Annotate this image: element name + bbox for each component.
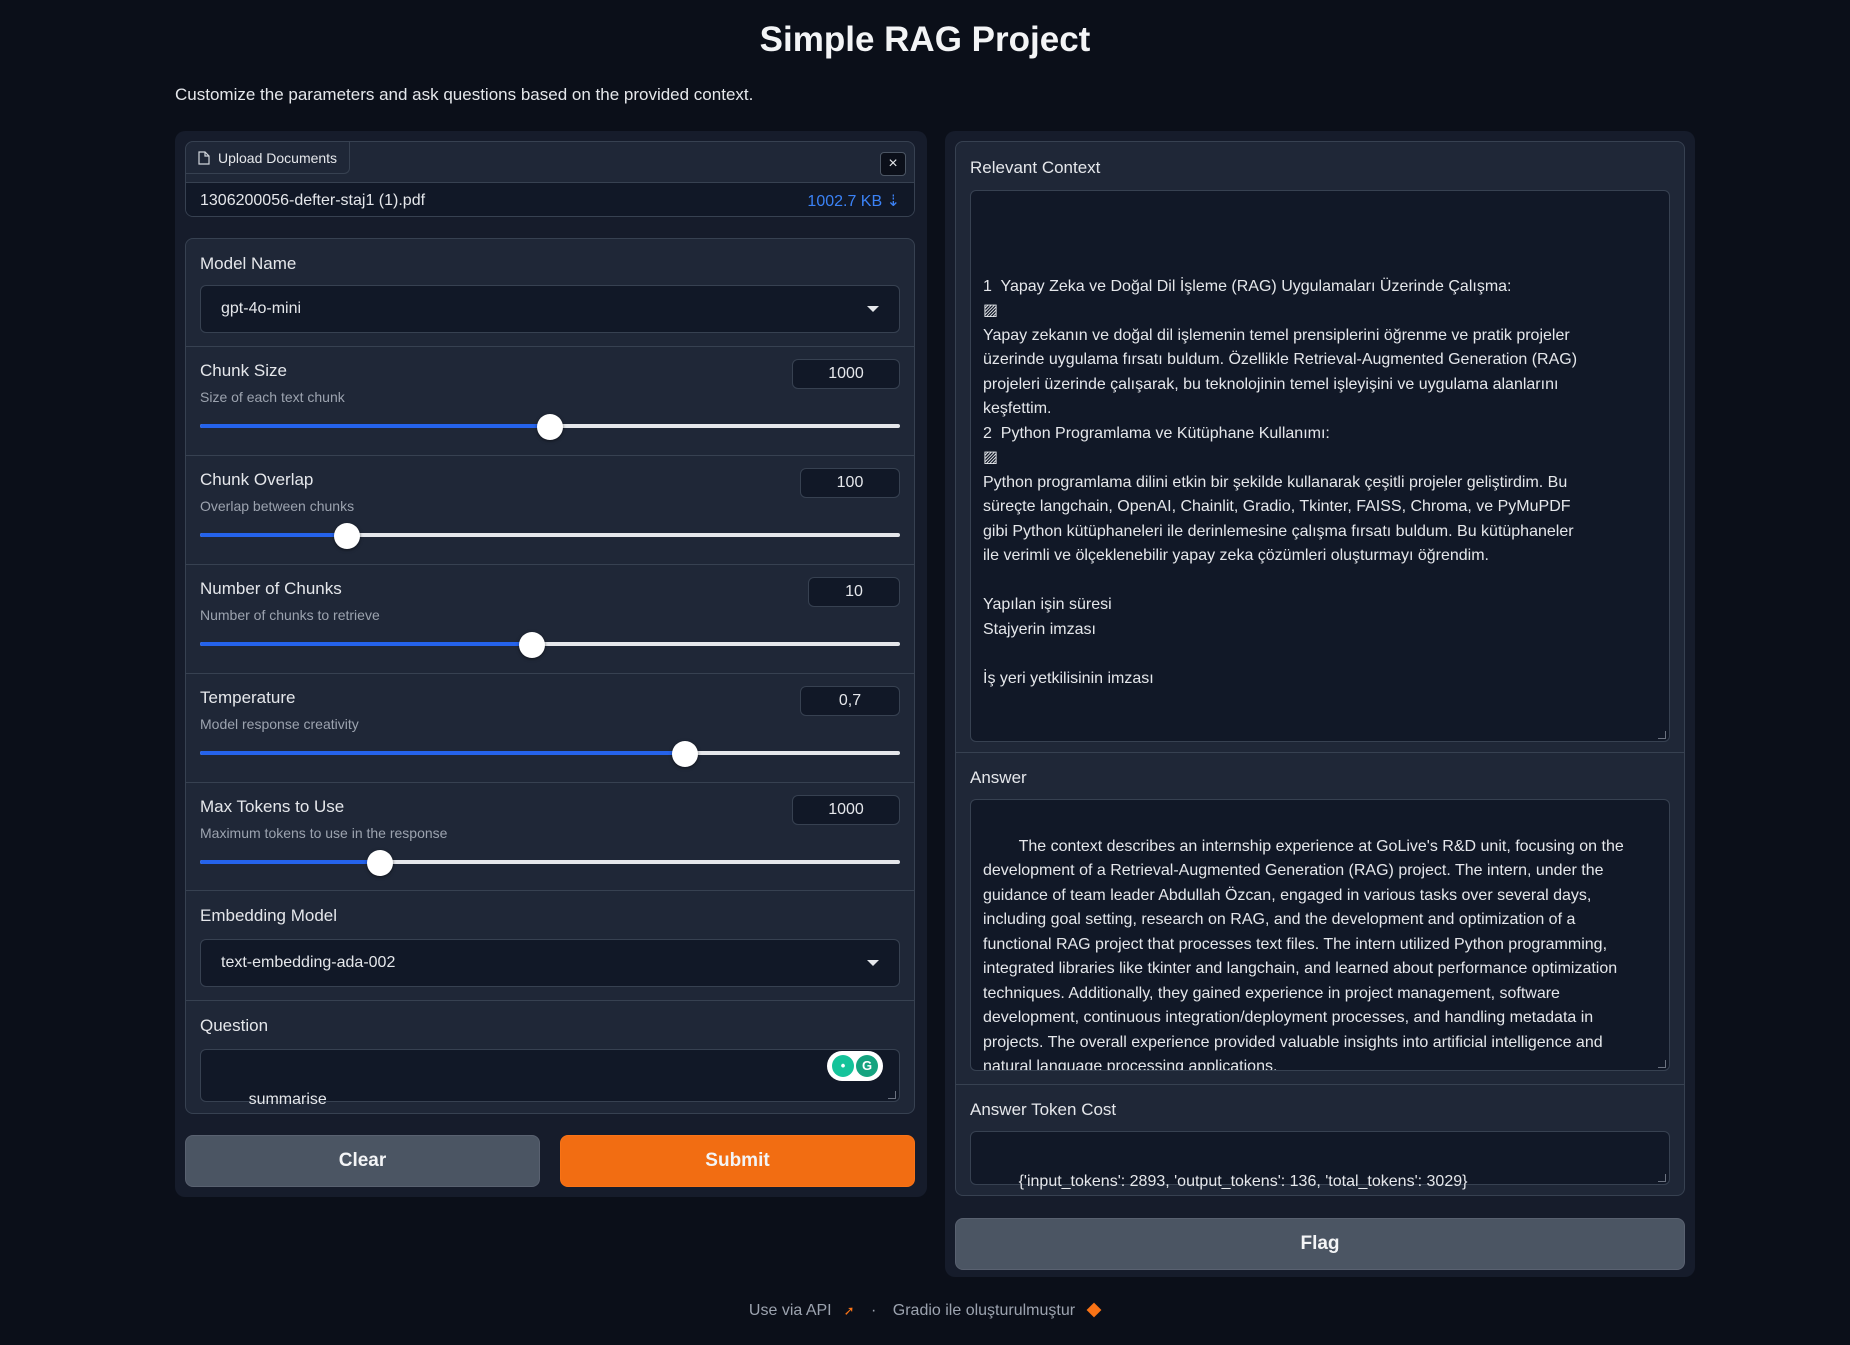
embedding-model-label: Embedding Model [200, 906, 338, 925]
gradio-logo-icon [1086, 1302, 1102, 1318]
use-via-api-link[interactable]: Use via API [749, 1302, 832, 1319]
embedding-model-value: text-embedding-ada-002 [221, 954, 396, 971]
slider-thumb[interactable] [518, 632, 545, 658]
slider-info: Overlap between chunks [200, 498, 355, 514]
temperature-section: Temperature Model response creativity 0,… [186, 674, 914, 783]
page-title: Simple RAG Project [759, 20, 1091, 59]
slider-info: Maximum tokens to use in the response [200, 825, 448, 841]
token-cost-textbox[interactable]: {'input_tokens': 2893, 'output_tokens': … [970, 1131, 1670, 1190]
resize-handle[interactable] [1658, 731, 1666, 739]
token-cost-value: {'input_tokens': 2893, 'output_tokens': … [1018, 1172, 1468, 1190]
number-of-chunks-input[interactable]: 10 [808, 577, 900, 607]
slider-label: Temperature [200, 688, 296, 707]
model-name-dropdown[interactable]: gpt-4o-mini [200, 285, 900, 333]
answer-label: Answer [970, 768, 1027, 787]
input-panel: Upload Documents × 1306200056-defter-sta… [175, 131, 927, 1197]
uploaded-file-row: 1306200056-defter-staj1 (1).pdf 1002.7 K… [186, 182, 914, 216]
file-icon [198, 150, 210, 165]
slider-label: Chunk Size [200, 361, 287, 380]
file-name: 1306200056-defter-staj1 (1).pdf [200, 191, 426, 209]
page-subtitle: Customize the parameters and ask questio… [175, 85, 754, 104]
slider-label: Chunk Overlap [200, 470, 314, 489]
model-name-value: gpt-4o-mini [221, 300, 302, 317]
flag-button[interactable]: Flag [955, 1218, 1685, 1270]
question-value: summarise [248, 1090, 327, 1108]
chunk-overlap-section: Chunk Overlap Overlap between chunks 100 [186, 456, 914, 565]
slider-thumb[interactable] [537, 414, 563, 440]
embedding-model-section: Embedding Model text-embedding-ada-002 [186, 891, 914, 1001]
temperature-input[interactable]: 0,7 [800, 686, 900, 716]
chunk-overlap-slider[interactable] [200, 523, 900, 549]
max-tokens-section: Max Tokens to Use Maximum tokens to use … [186, 783, 914, 891]
slider-info: Size of each text chunk [200, 389, 345, 405]
model-name-section: Model Name gpt-4o-mini [186, 239, 914, 347]
chevron-down-icon [867, 960, 879, 966]
output-panel: Relevant Context 1 Yapay Zeka ve Doğal D… [945, 131, 1695, 1277]
relevant-context-textbox[interactable]: 1 Yapay Zeka ve Doğal Dil İşleme (RAG) U… [970, 190, 1670, 742]
grammarly-widget[interactable]: • G [827, 1051, 883, 1081]
slider-label: Number of Chunks [200, 579, 342, 598]
answer-value: The context describes an internship expe… [983, 837, 1624, 1071]
footer: Use via API ➚ · Gradio ile oluşturulmuştu… [0, 1302, 1850, 1320]
answer-section: Answer The context describes an internsh… [956, 753, 1684, 1085]
clear-button[interactable]: Clear [185, 1135, 540, 1187]
temperature-slider[interactable] [200, 741, 900, 767]
slider-thumb[interactable] [334, 523, 360, 549]
question-input[interactable]: summarise • G [200, 1049, 900, 1108]
relevant-context-value: 1 Yapay Zeka ve Doğal Dil İşleme (RAG) U… [983, 277, 1578, 687]
chevron-down-icon [867, 306, 879, 312]
slider-thumb[interactable] [672, 741, 699, 767]
built-with-gradio-link[interactable]: Gradio ile oluşturulmuştur [893, 1302, 1075, 1319]
number-of-chunks-section: Number of Chunks Number of chunks to ret… [186, 565, 914, 674]
token-cost-label: Answer Token Cost [970, 1100, 1117, 1119]
slider-info: Number of chunks to retrieve [200, 607, 380, 623]
output-fields: Relevant Context 1 Yapay Zeka ve Doğal D… [955, 141, 1685, 1196]
max-tokens-slider[interactable] [200, 850, 900, 876]
clear-upload-button[interactable]: × [880, 152, 906, 176]
submit-button[interactable]: Submit [560, 1135, 915, 1187]
grammarly-icon: G [856, 1055, 878, 1077]
resize-handle[interactable] [1658, 1174, 1666, 1182]
file-upload[interactable]: Upload Documents × 1306200056-defter-sta… [185, 141, 915, 217]
resize-handle[interactable] [1658, 1060, 1666, 1068]
answer-textbox[interactable]: The context describes an internship expe… [970, 799, 1670, 1071]
rocket-icon: ➚ [843, 1303, 855, 1318]
slider-label: Max Tokens to Use [200, 797, 345, 816]
upload-documents-tab: Upload Documents [186, 142, 351, 174]
model-name-label: Model Name [200, 254, 297, 273]
upload-label: Upload Documents [218, 149, 338, 166]
chunk-size-slider[interactable] [200, 414, 900, 440]
footer-separator: · [870, 1302, 877, 1319]
embedding-model-dropdown[interactable]: text-embedding-ada-002 [200, 939, 900, 987]
number-of-chunks-slider[interactable] [200, 632, 900, 658]
chunk-size-section: Chunk Size Size of each text chunk 1000 [186, 347, 914, 456]
token-cost-section: Answer Token Cost {'input_tokens': 2893,… [956, 1085, 1684, 1195]
parameters-form: Model Name gpt-4o-mini Chunk Size Size o… [185, 238, 915, 1114]
file-download-link[interactable]: 1002.7 KB ⇣ [807, 191, 900, 211]
question-section: Question summarise • G [186, 1001, 914, 1113]
resize-handle[interactable] [888, 1091, 896, 1099]
relevant-context-label: Relevant Context [970, 158, 1101, 177]
lightbulb-icon: • [832, 1055, 854, 1077]
chunk-size-input[interactable]: 1000 [792, 359, 900, 389]
slider-thumb[interactable] [366, 850, 393, 876]
question-label: Question [200, 1016, 269, 1035]
max-tokens-input[interactable]: 1000 [792, 795, 900, 825]
slider-info: Model response creativity [200, 716, 359, 732]
chunk-overlap-input[interactable]: 100 [800, 468, 900, 498]
relevant-context-section: Relevant Context 1 Yapay Zeka ve Doğal D… [956, 142, 1684, 753]
